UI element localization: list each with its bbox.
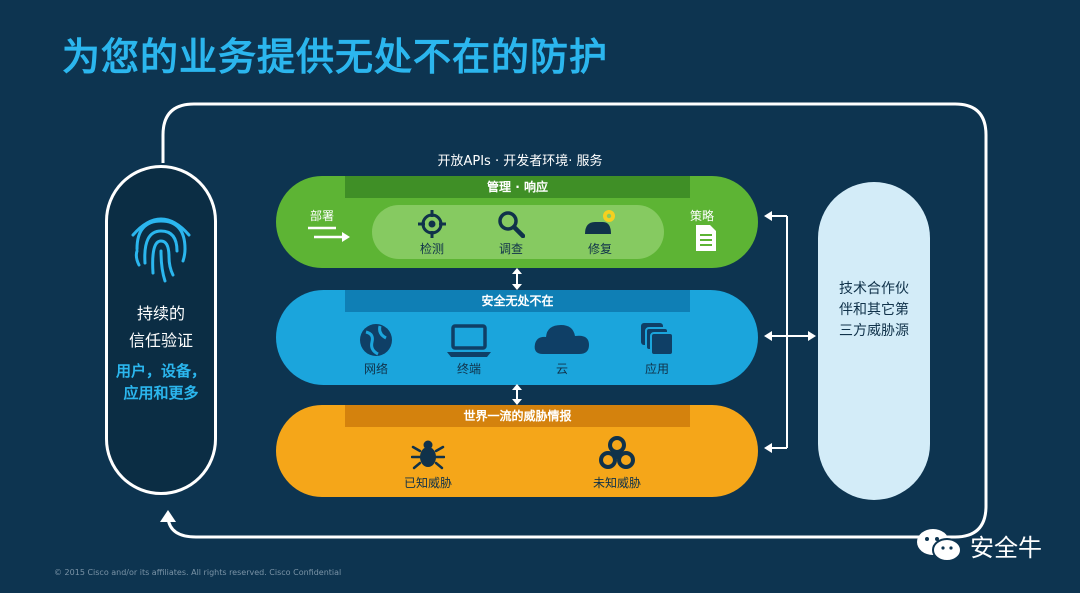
side-panel-label: 三方威胁源	[839, 323, 909, 339]
brand-label: 安全牛	[970, 534, 1042, 562]
side-panel-label: 伴和其它第	[839, 302, 909, 318]
third-party-sources-panel	[818, 182, 930, 500]
wechat-icon	[917, 529, 962, 562]
side-panel-label: 技术合作伙	[839, 281, 909, 297]
copyright-footer: © 2015 Cisco and/or its affiliates. All …	[54, 568, 342, 577]
